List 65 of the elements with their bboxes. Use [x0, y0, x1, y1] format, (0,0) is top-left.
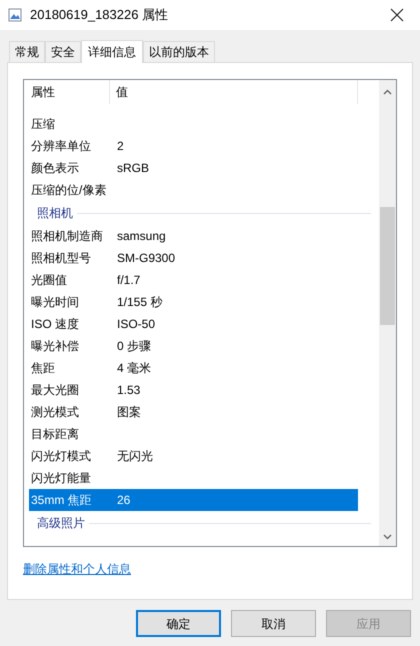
property-row[interactable]: 照相机制造商 samsung: [29, 225, 358, 247]
scroll-up-icon[interactable]: [383, 89, 392, 95]
property-name: 35mm 焦距: [30, 492, 93, 509]
scrollbar[interactable]: [379, 80, 396, 546]
property-name: 闪光灯模式: [30, 448, 92, 465]
property-row[interactable]: 颜色表示 sRGB: [29, 157, 358, 179]
property-name: ISO 速度: [30, 316, 80, 333]
property-value: 图案: [116, 404, 141, 421]
tab[interactable]: 详细信息: [81, 40, 143, 63]
tab[interactable]: 常规: [9, 41, 45, 62]
property-name: 压缩的位/像素: [30, 182, 108, 199]
property-row[interactable]: 压缩的位/像素: [29, 179, 358, 201]
property-name: 照相机制造商: [30, 228, 104, 245]
scroll-thumb[interactable]: [380, 207, 395, 325]
property-name: 照相机型号: [30, 250, 92, 267]
property-value: 1.53: [116, 382, 140, 399]
property-value: 2: [116, 138, 124, 155]
property-value: sRGB: [116, 160, 150, 177]
property-value: SM-G9300: [116, 250, 176, 267]
group-heading: 高级照片: [37, 515, 85, 532]
property-row[interactable]: 闪光灯模式 无闪光: [29, 445, 358, 467]
property-name: 颜色表示: [30, 160, 80, 177]
window-title: 20180619_183226 属性: [30, 6, 170, 24]
property-row[interactable]: 闪光灯能量: [29, 467, 358, 489]
property-name: 目标距离: [30, 426, 80, 443]
property-row[interactable]: ISO 速度 ISO-50: [29, 313, 358, 335]
column-header[interactable]: 属性: [24, 80, 110, 104]
property-value: 0 步骤: [116, 338, 152, 355]
dialog-button[interactable]: 取消: [231, 610, 316, 637]
group-heading: 照相机: [37, 205, 73, 222]
property-name: 分辨率单位: [30, 138, 92, 155]
property-value: 4 毫米: [116, 360, 152, 377]
property-row[interactable]: 照相机型号 SM-G9300: [29, 247, 358, 269]
property-row[interactable]: 曝光时间 1/155 秒: [29, 291, 358, 313]
dialog-button[interactable]: 确定: [136, 610, 221, 637]
property-name: 光圈值: [30, 272, 68, 289]
property-name: 焦距: [30, 360, 56, 377]
tab[interactable]: 以前的版本: [143, 41, 215, 62]
column-header[interactable]: 值: [110, 80, 358, 104]
property-row[interactable]: 曝光补偿 0 步骤: [29, 335, 358, 357]
property-name: 测光模式: [30, 404, 80, 421]
property-row[interactable]: 光圈值 f/1.7: [29, 269, 358, 291]
property-value: ISO-50: [116, 316, 156, 333]
property-row[interactable]: 测光模式 图案: [29, 401, 358, 423]
property-value: samsung: [116, 228, 166, 245]
property-value: 1/155 秒: [116, 294, 162, 311]
property-row[interactable]: 分辨率单位 2: [29, 135, 358, 157]
property-name: 最大光圈: [30, 382, 80, 399]
property-row[interactable]: 目标距离: [29, 423, 358, 445]
property-name: 闪光灯能量: [30, 470, 92, 487]
property-name: 曝光时间: [30, 294, 80, 311]
property-name: 压缩: [30, 116, 56, 133]
property-value: f/1.7: [116, 272, 140, 289]
tab[interactable]: 安全: [45, 41, 81, 62]
property-name: 曝光补偿: [30, 338, 80, 355]
property-value: 无闪光: [116, 448, 153, 465]
property-row[interactable]: 最大光圈 1.53: [29, 379, 358, 401]
image-file-icon: [8, 8, 22, 22]
property-row[interactable]: 焦距 4 毫米: [29, 357, 358, 379]
property-value: 26: [116, 492, 130, 509]
property-row[interactable]: 35mm 焦距 26: [29, 489, 358, 511]
close-icon[interactable]: [390, 8, 404, 22]
scroll-down-icon[interactable]: [383, 534, 392, 540]
property-row[interactable]: 压缩: [29, 113, 358, 135]
remove-properties-link[interactable]: 删除属性和个人信息: [23, 562, 131, 576]
